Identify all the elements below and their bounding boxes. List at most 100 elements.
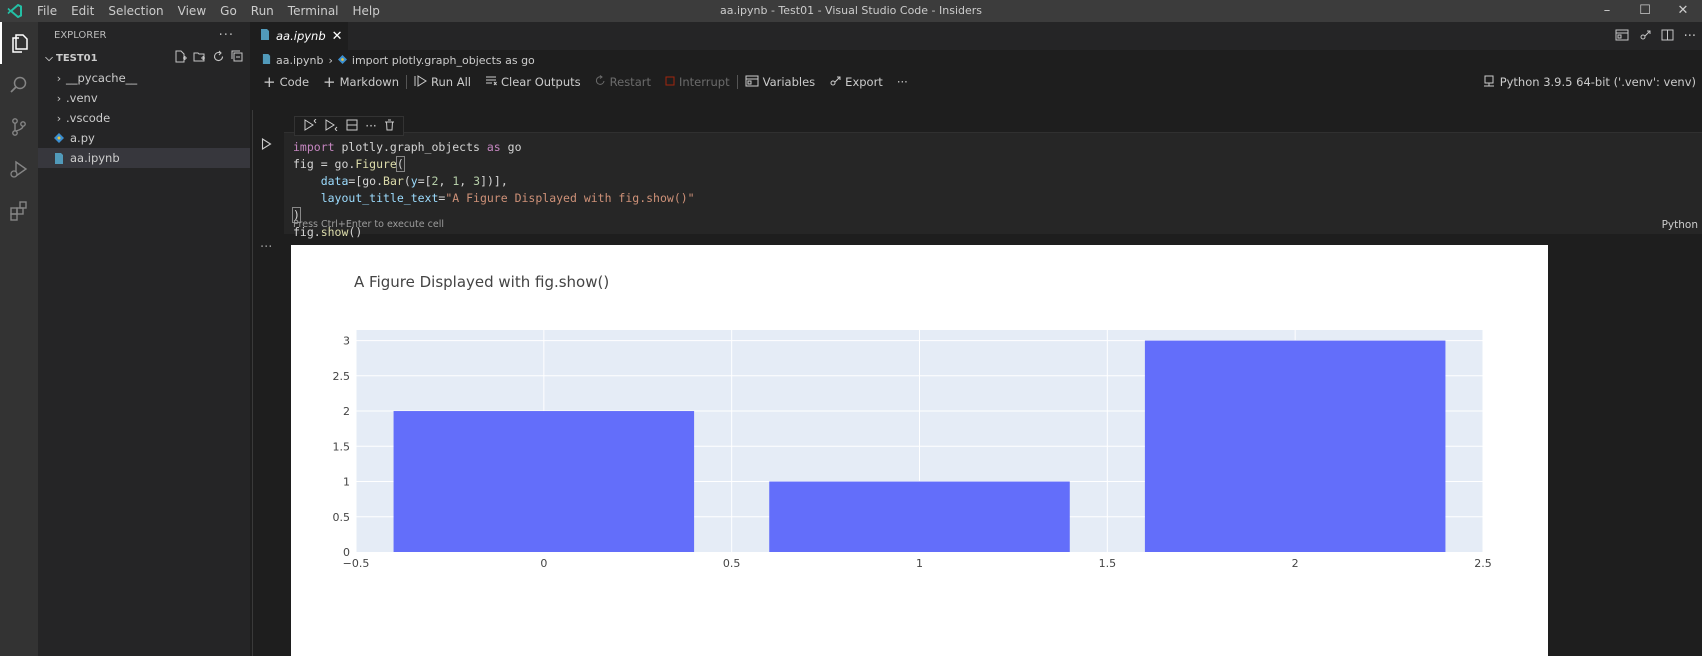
plus-icon: +	[263, 73, 276, 91]
minimize-button[interactable]: –	[1588, 0, 1626, 22]
toolbar-more-button[interactable]: ···	[890, 75, 915, 89]
add-markdown-cell-button[interactable]: + Markdown	[316, 73, 406, 91]
cell-toolbar: ···	[294, 116, 404, 136]
chart-title: A Figure Displayed with fig.show()	[354, 273, 609, 291]
menu-help[interactable]: Help	[346, 0, 387, 22]
editor-area: aa.ipynb ✕ ··· aa.ipynb › import plotly.…	[252, 22, 1702, 656]
source-control-icon[interactable]	[0, 106, 38, 148]
variables-icon	[745, 75, 759, 90]
export-button[interactable]: Export	[822, 75, 890, 90]
explorer-tools	[174, 50, 244, 66]
y-tick-label: 3	[343, 335, 350, 348]
variables-button[interactable]: Variables	[738, 75, 823, 90]
split-editor-icon[interactable]	[1661, 29, 1674, 44]
clear-outputs-button[interactable]: Clear Outputs	[478, 75, 588, 89]
interrupt-label: Interrupt	[678, 75, 730, 89]
cell-more-icon[interactable]: ···	[365, 119, 376, 133]
menu-file[interactable]: File	[30, 0, 64, 22]
tree-item-aa-ipynb[interactable]: aa.ipynb	[38, 148, 250, 168]
activity-bar	[0, 22, 38, 656]
tab-close-button[interactable]: ✕	[332, 29, 343, 44]
bar[interactable]	[393, 411, 695, 552]
code-cell[interactable]: import plotly.graph_objects as go fig = …	[284, 132, 1702, 239]
y-tick-label: 1.5	[333, 440, 351, 453]
tab-bar: aa.ipynb ✕ ···	[252, 22, 1702, 50]
collapse-all-icon[interactable]	[231, 50, 244, 66]
chevron-right-icon: ›	[56, 111, 62, 125]
bar[interactable]	[769, 481, 1070, 552]
x-tick-label: 2.5	[1474, 557, 1492, 570]
export-icon	[829, 75, 841, 90]
plotly-chart[interactable]: A Figure Displayed with fig.show() 0 0.5 1…	[291, 245, 1548, 656]
x-tick-label: 1.5	[1099, 557, 1117, 570]
run-all-icon	[414, 74, 427, 90]
clear-outputs-label: Clear Outputs	[500, 75, 581, 89]
tree-item-venv[interactable]: › .venv	[38, 88, 250, 108]
menu-edit[interactable]: Edit	[64, 0, 101, 22]
run-cell-button[interactable]	[256, 134, 276, 154]
refresh-icon[interactable]	[212, 50, 225, 66]
tab-label: aa.ipynb	[276, 29, 326, 43]
kernel-label: Python 3.9.5 64-bit ('.venv': venv)	[1499, 75, 1696, 89]
bar[interactable]	[1144, 340, 1446, 552]
menu-go[interactable]: Go	[213, 0, 244, 22]
add-code-cell-button[interactable]: + Code	[256, 73, 316, 91]
run-debug-icon[interactable]	[0, 148, 38, 190]
new-file-icon[interactable]	[174, 50, 187, 66]
tree-item-pycache[interactable]: › __pycache__	[38, 68, 250, 88]
tree-item-label: a.py	[70, 131, 95, 145]
python-file-icon	[337, 54, 347, 67]
cell-language[interactable]: Python	[1662, 219, 1698, 231]
new-folder-icon[interactable]	[193, 50, 206, 66]
project-name: TEST01	[56, 52, 98, 64]
more-actions-button[interactable]: ···	[1684, 29, 1696, 44]
maximize-button[interactable]: ☐	[1626, 0, 1664, 22]
breadcrumb-separator: ›	[328, 53, 333, 67]
menu-terminal[interactable]: Terminal	[281, 0, 346, 22]
explorer-header: EXPLORER ···	[38, 22, 250, 48]
extensions-icon[interactable]	[0, 190, 38, 232]
run-all-label: Run All	[431, 75, 471, 89]
restart-button[interactable]: Restart	[588, 75, 658, 89]
interrupt-button[interactable]: Interrupt	[658, 75, 737, 89]
breadcrumb-file[interactable]: aa.ipynb	[276, 54, 323, 67]
chevron-right-icon: ›	[56, 71, 62, 85]
menu-view[interactable]: View	[171, 0, 213, 22]
chevron-right-icon: ›	[56, 91, 62, 105]
explorer-icon[interactable]	[0, 22, 38, 64]
close-window-button[interactable]: ✕	[1664, 0, 1702, 22]
explorer-more-button[interactable]: ···	[219, 28, 234, 43]
notebook-toolbar: + Code + Markdown Run All Clear Outputs …	[252, 70, 1702, 94]
delete-cell-icon[interactable]	[384, 119, 395, 134]
run-all-button[interactable]: Run All	[407, 74, 478, 90]
cell-output: A Figure Displayed with fig.show() 0 0.5 1…	[291, 245, 1548, 656]
x-tick-label: 2	[1292, 557, 1299, 570]
run-above-icon[interactable]	[303, 118, 317, 134]
cell-status: Press Ctrl+Enter to execute cell	[293, 219, 444, 230]
variables-view-icon[interactable]	[1615, 29, 1629, 44]
run-below-icon[interactable]	[324, 118, 338, 134]
code-editor[interactable]: import plotly.graph_objects as go fig = …	[284, 133, 1702, 241]
tab-aa-ipynb[interactable]: aa.ipynb ✕	[252, 22, 348, 50]
tree-item-label: .venv	[66, 91, 98, 105]
menu-selection[interactable]: Selection	[101, 0, 170, 22]
tree-item-vscode[interactable]: › .vscode	[38, 108, 250, 128]
notebook-file-icon	[262, 53, 271, 67]
export-icon[interactable]	[1639, 29, 1651, 44]
window-controls: – ☐ ✕	[1588, 0, 1702, 22]
output-more-button[interactable]: ···	[260, 240, 272, 255]
editor-actions: ···	[1615, 22, 1696, 50]
export-label: Export	[845, 75, 883, 89]
tree-item-label: .vscode	[66, 111, 111, 125]
breadcrumb-cell[interactable]: import plotly.graph_objects as go	[352, 54, 535, 67]
menu-run[interactable]: Run	[244, 0, 281, 22]
project-folder[interactable]: ⌵ TEST01	[38, 48, 250, 68]
tree-item-a-py[interactable]: a.py	[38, 128, 250, 148]
split-cell-icon[interactable]	[346, 119, 358, 134]
python-file-icon	[52, 133, 66, 143]
explorer-sidebar: EXPLORER ··· ⌵ TEST01 › __pycache__ › .v…	[38, 22, 251, 656]
search-icon[interactable]	[0, 64, 38, 106]
kernel-picker[interactable]: Python 3.9.5 64-bit ('.venv': venv)	[1483, 70, 1696, 94]
add-code-label: Code	[279, 75, 310, 89]
y-tick-label: 2.5	[333, 370, 351, 383]
